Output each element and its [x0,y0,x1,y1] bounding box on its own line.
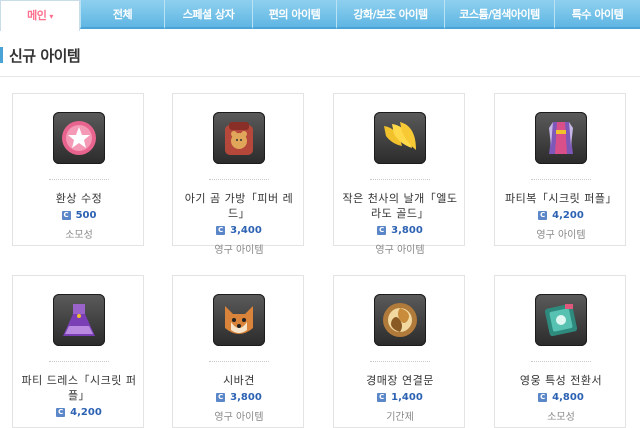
tab-convenience[interactable]: 편의 아이템 [252,0,336,29]
item-price: C 4,200 [495,210,627,221]
tab-label: 코스튬/염색아이템 [459,8,540,21]
cash-icon: C [216,392,226,402]
item-card[interactable]: 아기 곰 가방「피버 레드」 C 3,400 영구 아이템 [172,93,305,256]
item-type: 영구 아이템 [536,230,586,241]
divider [370,179,430,180]
item-card[interactable]: 시바견 C 3,800 영구 아이템 [172,275,304,428]
item-name-line: 라도 골드」 [371,207,429,220]
tab-label: 전체 [112,8,133,21]
item-name: 파티 드레스「시크릿 퍼플」 [17,373,141,403]
trait-scroll-icon [535,294,587,346]
item-name-line: 환상 수정 [55,192,103,205]
tab-label: 특수 아이템 [571,8,624,21]
cash-icon: C [377,392,387,402]
price-value: 4,200 [70,407,102,418]
cash-icon: C [377,225,387,235]
item-price: C 4,200 [13,407,145,418]
item-price: C 3,800 [334,225,466,236]
chevron-down-icon: ▾ [49,12,53,21]
cash-icon: C [61,210,71,220]
tab-all[interactable]: 전체 [80,0,164,29]
item-name-line: 드」 [227,207,251,220]
item-name-line: 아기 곰 가방「피버 레 [184,192,294,205]
item-type: 소모성 [547,412,575,423]
item-name-line: 작은 천사의 날개「엘도 [342,192,458,205]
price-value: 3,400 [230,225,262,236]
item-name: 경매장 연결문 [338,373,462,388]
section-title: 신규 아이템 [9,47,81,65]
item-name: 작은 천사의 날개「엘도라도 골드」 [338,191,462,221]
item-card[interactable]: 파티 드레스「시크릿 퍼플」 C 4,200 [12,275,144,428]
item-name-line: 파티복「시크릿 퍼플」 [505,192,617,205]
item-name: 아기 곰 가방「피버 레드」 [177,191,301,221]
tab-label: 강화/보조 아이템 [353,8,428,21]
item-name: 시바견 [177,373,301,388]
price-value: 4,800 [552,392,584,403]
section-marker [0,47,3,63]
item-card[interactable]: 환상 수정 C 500 소모성 [12,93,144,246]
item-card[interactable]: 영웅 특성 전환서 C 4,800 소모성 [494,275,626,428]
tab-costume[interactable]: 코스튬/염색아이템 [444,0,554,29]
item-type: 영구 아이템 [375,245,425,256]
shiba-dog-icon [213,294,265,346]
divider [0,76,640,77]
item-type: 영구 아이템 [214,245,264,256]
item-price: C 1,400 [334,392,466,403]
price-value: 500 [75,210,97,221]
tab-label: 편의 아이템 [268,8,321,21]
tab-special-items[interactable]: 특수 아이템 [554,0,640,29]
item-price: C 3,400 [173,225,305,236]
cash-icon: C [538,392,548,402]
category-tab-bar: 메인 ▾ 전체 스페셜 상자 편의 아이템 강화/보조 아이템 코스튬/염색아이템… [0,0,640,31]
item-name-line: 시바견 [223,374,255,387]
bear-backpack-icon [213,112,265,164]
tab-label: 스페셜 상자 [182,8,235,21]
item-price: C 3,800 [173,392,305,403]
item-price: C 500 [13,210,145,221]
cash-icon: C [538,210,548,220]
item-card[interactable]: 파티복「시크릿 퍼플」 C 4,200 영구 아이템 [494,93,626,246]
golden-wings-icon [374,112,426,164]
purple-party-outfit-icon [535,112,587,164]
item-name: 환상 수정 [17,191,141,206]
divider [370,361,430,362]
price-value: 1,400 [391,392,423,403]
price-value: 3,800 [230,392,262,403]
divider [531,179,591,180]
item-card[interactable]: 경매장 연결문 C 1,400 기간제 [333,275,465,428]
item-type: 영구 아이템 [214,412,264,423]
price-value: 3,800 [391,225,423,236]
item-name-line: 영웅 특성 전환서 [519,374,603,387]
cash-icon: C [56,407,66,417]
item-name: 파티복「시크릿 퍼플」 [499,191,623,206]
tab-main[interactable]: 메인 ▾ [0,0,80,31]
item-name-line: 플」 [67,389,91,402]
item-card[interactable]: 작은 천사의 날개「엘도라도 골드」 C 3,800 영구 아이템 [333,93,466,256]
price-value: 4,200 [552,210,584,221]
tab-special-box[interactable]: 스페셜 상자 [164,0,252,29]
auction-portal-icon [374,294,426,346]
divider [531,361,591,362]
tab-label: 메인 [27,9,47,22]
item-name-line: 파티 드레스「시크릿 퍼 [21,374,137,387]
purple-dress-icon [53,294,105,346]
item-type: 기간제 [386,412,414,423]
divider [209,361,269,362]
item-price: C 4,800 [495,392,627,403]
divider [49,179,109,180]
cash-icon: C [216,225,226,235]
tab-enhancement[interactable]: 강화/보조 아이템 [336,0,444,29]
divider [49,361,109,362]
divider [209,179,269,180]
item-type: 소모성 [65,230,93,241]
item-name: 영웅 특성 전환서 [499,373,623,388]
item-name-line: 경매장 연결문 [366,374,434,387]
pink-star-orb-icon [53,112,105,164]
